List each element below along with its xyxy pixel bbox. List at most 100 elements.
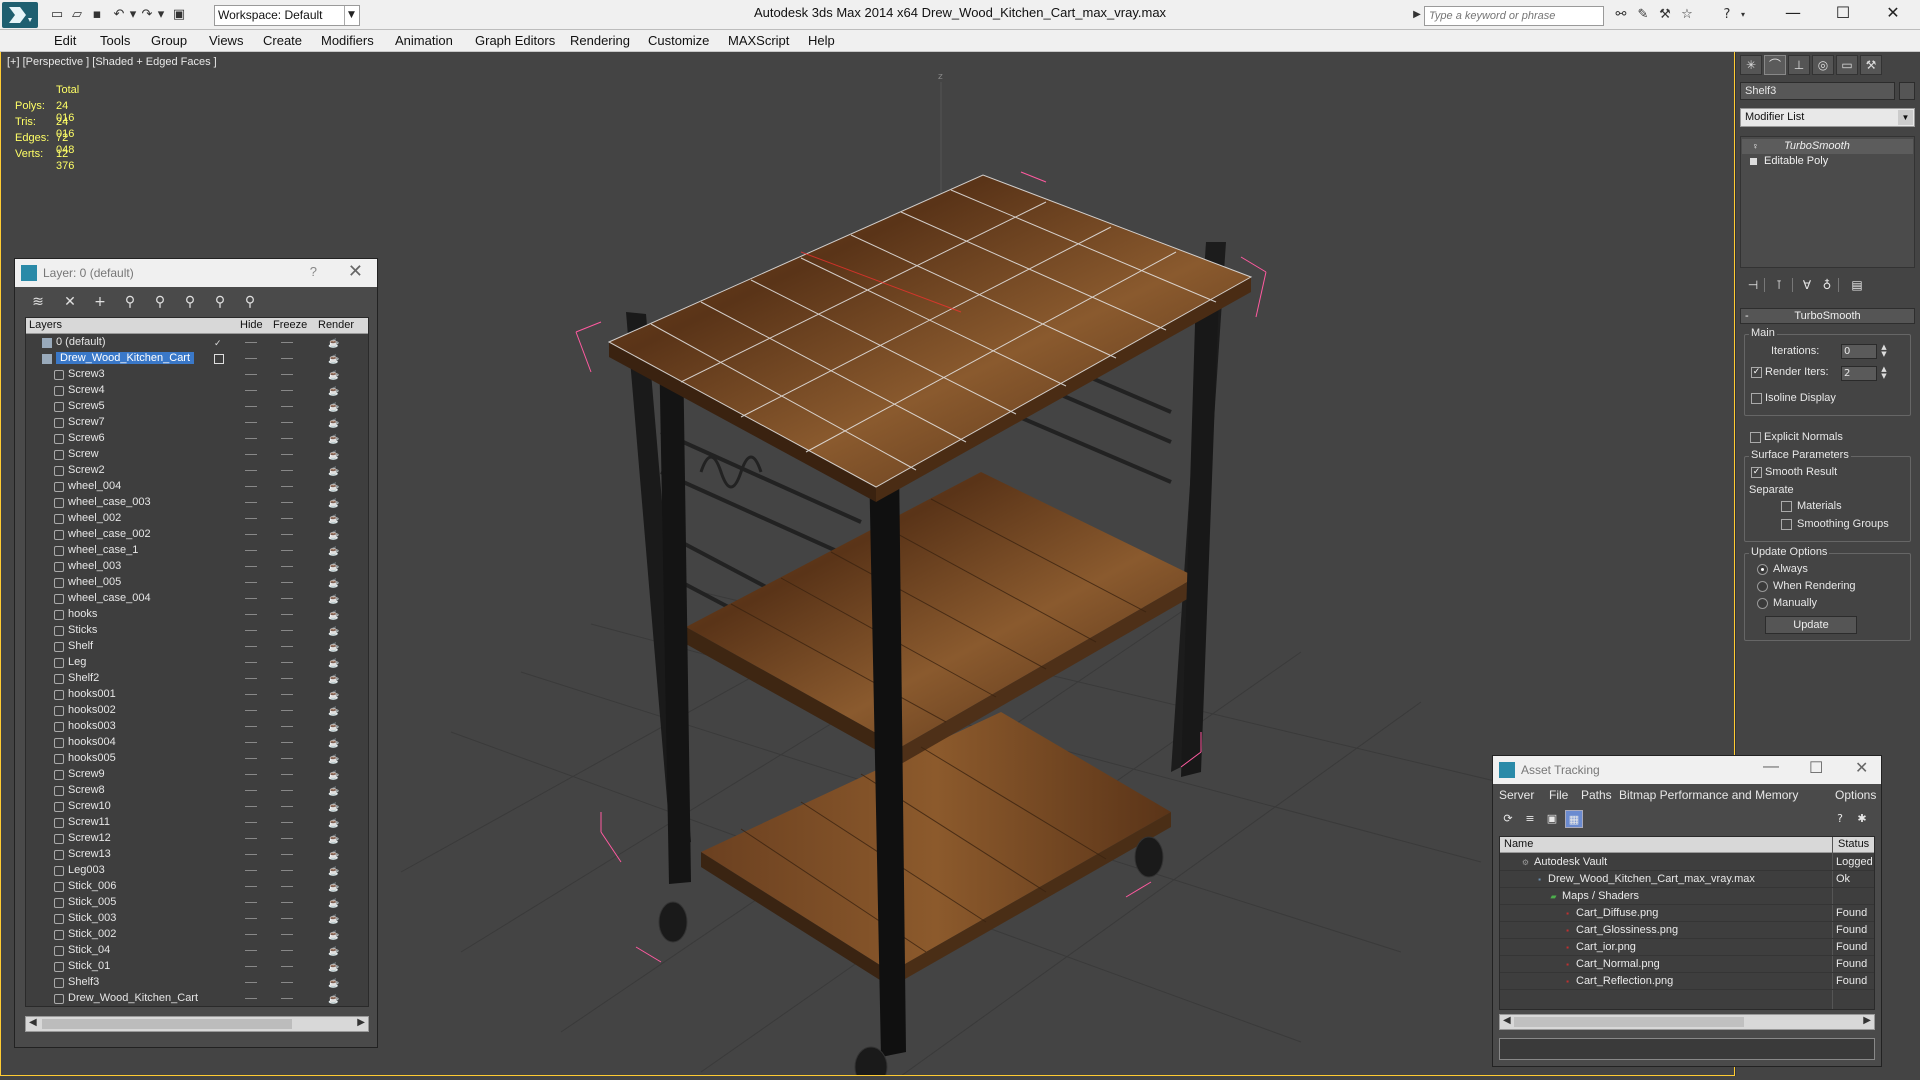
asset-row[interactable]: ▪ Cart_Glossiness.png Found [1500, 922, 1874, 939]
close-button[interactable]: ✕ [1870, 0, 1916, 28]
menu-maxscript[interactable]: MAXScript [728, 33, 789, 48]
render-teapot-icon[interactable]: ☕ [328, 466, 339, 476]
utilities-tab-icon[interactable]: ⚒ [1860, 55, 1882, 75]
render-teapot-icon[interactable]: ☕ [328, 914, 339, 924]
freeze-toggle[interactable] [281, 966, 293, 967]
menu-customize[interactable]: Customize [648, 33, 709, 48]
freeze-toggle[interactable] [281, 486, 293, 487]
menu-group[interactable]: Group [151, 33, 187, 48]
hide-toggle[interactable] [245, 806, 257, 807]
asset-row[interactable]: ▪ Cart_Diffuse.png Found [1500, 905, 1874, 922]
select-objects-icon[interactable]: ⚲ [121, 293, 139, 311]
layer-row[interactable]: Drew_Wood_Kitchen_Cart ☕ [26, 351, 368, 367]
render-teapot-icon[interactable]: ☕ [328, 850, 339, 860]
render-teapot-icon[interactable]: ☕ [328, 482, 339, 492]
render-teapot-icon[interactable]: ☕ [328, 722, 339, 732]
make-unique-icon[interactable]: ∀ [1798, 276, 1816, 294]
object-row[interactable]: Screw11 ☕ [26, 815, 368, 831]
object-row[interactable]: wheel_002 ☕ [26, 511, 368, 527]
freeze-toggle[interactable] [281, 550, 293, 551]
freeze-toggle[interactable] [281, 470, 293, 471]
scroll-thumb[interactable] [1514, 1017, 1744, 1027]
object-row[interactable]: hooks004 ☕ [26, 735, 368, 751]
render-iters-spinner[interactable]: 2 [1841, 366, 1877, 381]
hide-toggle[interactable] [245, 982, 257, 983]
iterations-spinner[interactable]: 0 [1841, 344, 1877, 359]
render-teapot-icon[interactable]: ☕ [328, 786, 339, 796]
hide-toggle[interactable] [245, 742, 257, 743]
when-rendering-radio[interactable] [1757, 581, 1768, 592]
table-view-icon[interactable]: ▦ [1565, 810, 1583, 828]
object-row[interactable]: Leg ☕ [26, 655, 368, 671]
create-tab-icon[interactable]: ✳ [1740, 55, 1762, 75]
render-teapot-icon[interactable]: ☕ [328, 930, 339, 940]
object-row[interactable]: Screw10 ☕ [26, 799, 368, 815]
active-layer-check-icon[interactable]: ✓ [214, 338, 224, 348]
close-icon[interactable]: ✕ [348, 261, 363, 282]
hide-toggle[interactable] [245, 774, 257, 775]
hide-toggle[interactable] [245, 598, 257, 599]
remove-modifier-icon[interactable]: ♁ [1818, 276, 1836, 294]
viewport-label[interactable]: [+] [Perspective ] [Shaded + Edged Faces… [7, 56, 217, 68]
hide-toggle[interactable] [245, 902, 257, 903]
favorites-star-icon[interactable]: ☆ [1678, 6, 1696, 24]
new-file-icon[interactable]: ▭ [48, 6, 66, 24]
hide-toggle[interactable] [245, 758, 257, 759]
redo-dropdown-icon[interactable]: ▾ [152, 6, 170, 24]
render-teapot-icon[interactable]: ☕ [328, 514, 339, 524]
freeze-toggle[interactable] [281, 598, 293, 599]
binoculars-icon[interactable]: ⚯ [1612, 6, 1630, 24]
object-row[interactable]: Screw8 ☕ [26, 783, 368, 799]
hide-toggle[interactable] [245, 390, 257, 391]
hide-toggle[interactable] [245, 678, 257, 679]
object-row[interactable]: hooks002 ☕ [26, 703, 368, 719]
hide-toggle[interactable] [245, 550, 257, 551]
freeze-toggle[interactable] [281, 630, 293, 631]
pin-stack-icon[interactable]: ⊣ [1744, 276, 1762, 294]
show-end-result-icon[interactable]: ⊺ [1770, 276, 1788, 294]
menu-modifiers[interactable]: Modifiers [321, 33, 374, 48]
object-row[interactable]: Screw13 ☕ [26, 847, 368, 863]
render-teapot-icon[interactable]: ☕ [328, 434, 339, 444]
freeze-toggle[interactable] [281, 438, 293, 439]
hide-toggle[interactable] [245, 534, 257, 535]
layer-tree[interactable]: Layers Hide Freeze Render 0 (default) ✓ ☕ D… [25, 317, 369, 1007]
render-teapot-icon[interactable]: ☕ [328, 642, 339, 652]
render-teapot-icon[interactable]: ☕ [328, 370, 339, 380]
modifier-stack[interactable]: ♀ TurboSmooth Editable Poly [1740, 136, 1915, 268]
horizontal-scrollbar[interactable]: ◀ ▶ [1499, 1014, 1875, 1030]
close-icon[interactable]: ✕ [1855, 758, 1868, 778]
scroll-left-icon[interactable]: ◀ [29, 1017, 37, 1028]
modify-tab-icon[interactable]: ⌒ [1764, 55, 1786, 75]
hide-toggle[interactable] [245, 502, 257, 503]
hide-toggle[interactable] [245, 662, 257, 663]
hide-toggle[interactable] [245, 342, 257, 343]
render-teapot-icon[interactable]: ☕ [328, 978, 339, 988]
render-teapot-icon[interactable]: ☕ [328, 610, 339, 620]
chevron-down-icon[interactable]: ▼ [344, 6, 358, 25]
freeze-toggle[interactable] [281, 566, 293, 567]
column-name[interactable]: Name [1504, 838, 1533, 850]
object-color-swatch[interactable] [1899, 82, 1915, 100]
freeze-toggle[interactable] [281, 950, 293, 951]
freeze-toggle[interactable] [281, 390, 293, 391]
object-row[interactable]: Screw2 ☕ [26, 463, 368, 479]
render-teapot-icon[interactable]: ☕ [328, 498, 339, 508]
object-row[interactable]: wheel_case_002 ☕ [26, 527, 368, 543]
object-row[interactable]: hooks001 ☕ [26, 687, 368, 703]
make-current-checkbox[interactable] [214, 354, 224, 364]
asset-menu-server[interactable]: Server [1499, 788, 1534, 802]
communication-center-icon[interactable]: ✎ [1634, 6, 1652, 24]
object-row[interactable]: Stick_006 ☕ [26, 879, 368, 895]
freeze-toggle[interactable] [281, 534, 293, 535]
menu-animation[interactable]: Animation [395, 33, 453, 48]
hide-toggle[interactable] [245, 822, 257, 823]
hide-toggle[interactable] [245, 518, 257, 519]
menu-views[interactable]: Views [209, 33, 243, 48]
always-radio[interactable] [1757, 564, 1768, 575]
list-view-icon[interactable]: ≡ [1521, 810, 1539, 828]
object-row[interactable]: Stick_01 ☕ [26, 959, 368, 975]
freeze-toggle[interactable] [281, 518, 293, 519]
thumbnail-view-icon[interactable]: ▣ [1543, 810, 1561, 828]
scroll-thumb[interactable] [42, 1019, 292, 1029]
